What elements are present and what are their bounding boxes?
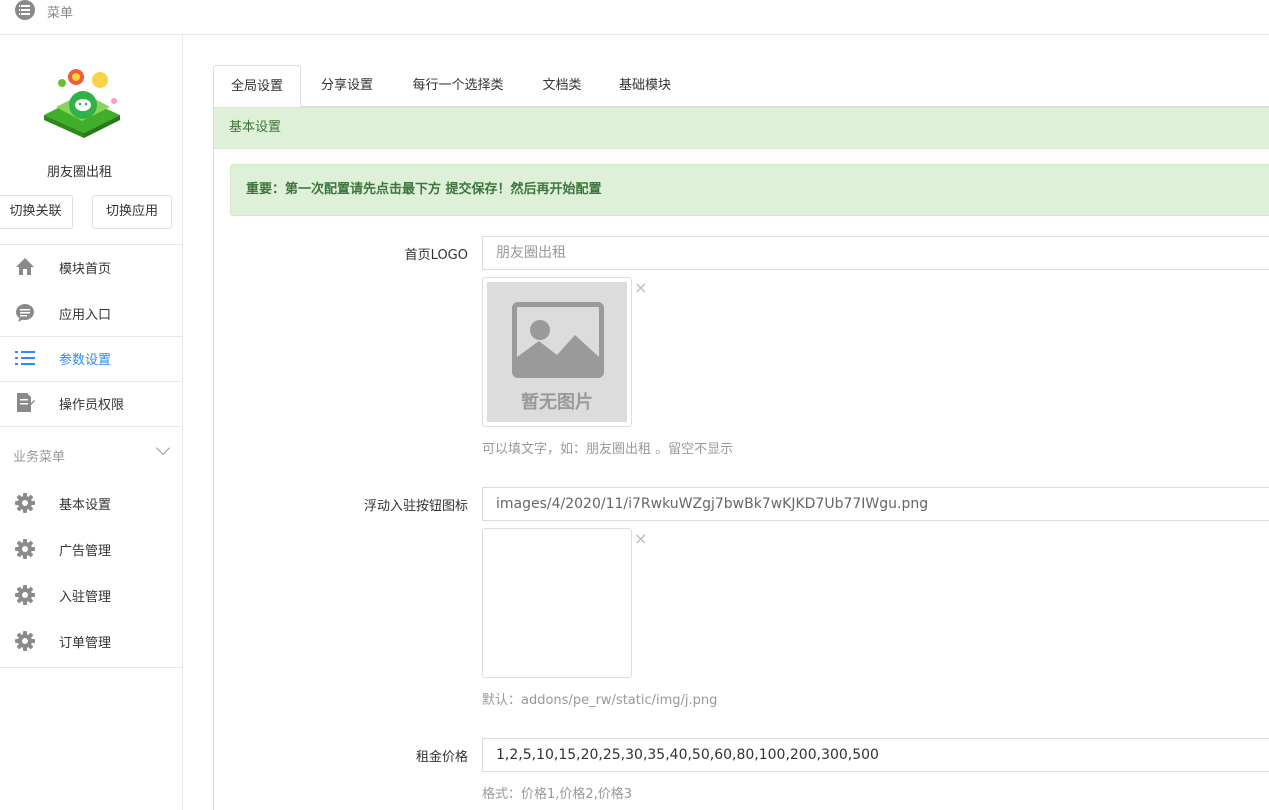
switch-related-button[interactable]: 切换关联 [0, 195, 73, 229]
tab-global-settings[interactable]: 全局设置 [213, 65, 301, 108]
image-icon [512, 302, 604, 378]
app-name: 朋友圈出租 [47, 165, 113, 180]
sidebar-item-label: 订单管理 [59, 636, 112, 651]
tab-documents[interactable]: 文档类 [527, 65, 597, 107]
sidebar-item-label: 入驻管理 [59, 590, 112, 605]
chat-bubble-icon [16, 304, 34, 322]
sidebar-item-order-management[interactable]: 订单管理 [0, 619, 182, 663]
business-menu-title[interactable]: 业务菜单 [13, 446, 65, 465]
tab-per-line-options[interactable]: 每行一个选择类 [397, 65, 519, 107]
chevron-down-icon[interactable] [155, 440, 171, 456]
rent-price-help-text: 格式：价格1,价格2,价格3 [482, 787, 633, 802]
top-bar: 菜单 [0, 0, 1269, 35]
no-image-placeholder: 暂无图片 [487, 282, 627, 422]
gear-icon [15, 493, 35, 513]
sidebar-item-settle-management[interactable]: 入驻管理 [0, 573, 182, 617]
gear-icon [15, 585, 35, 605]
sidebar-item-parameter-settings[interactable]: 参数设置 [0, 336, 182, 380]
remove-float-icon-icon[interactable]: × [634, 529, 647, 548]
logo-label: 首页LOGO [404, 248, 468, 263]
panel-heading: 基本设置 [214, 107, 1269, 149]
sidebar-item-label: 操作员权限 [59, 398, 125, 413]
rent-price-input[interactable]: 1,2,5,10,15,20,25,30,35,40,50,60,80,100,… [482, 738, 1269, 772]
sidebar-item-label: 基本设置 [59, 498, 112, 513]
settings-tabs: 全局设置 分享设置 每行一个选择类 文档类 基础模块 [213, 65, 1269, 108]
list-icon[interactable] [15, 0, 35, 20]
logo-input[interactable]: 朋友圈出租 [482, 236, 1269, 270]
no-image-text: 暂无图片 [521, 392, 593, 413]
important-alert: 重要：第一次配置请先点击最下方 提交保存！然后再开始配置 [230, 164, 1269, 216]
sidebar-item-label: 参数设置 [59, 353, 112, 368]
sidebar-item-operator-permissions[interactable]: 操作员权限 [0, 381, 182, 425]
document-edit-icon [17, 393, 35, 412]
home-icon [16, 258, 34, 275]
float-icon-input[interactable]: images/4/2020/11/i7RwkuWZgj7bwBk7wKJKD7U… [482, 487, 1269, 521]
settings-panel: 基本设置 重要：第一次配置请先点击最下方 提交保存！然后再开始配置 首页LOGO… [213, 107, 1269, 810]
tab-basic-modules[interactable]: 基础模块 [605, 65, 685, 107]
tab-share-settings[interactable]: 分享设置 [305, 65, 389, 107]
sidebar-item-label: 模块首页 [59, 262, 112, 277]
float-icon-help-text: 默认：addons/pe_rw/static/img/j.png [482, 693, 718, 708]
gear-icon [15, 539, 35, 559]
sidebar-item-label: 应用入口 [59, 308, 112, 323]
sidebar-item-basic-settings[interactable]: 基本设置 [0, 481, 182, 525]
sidebar-item-app-entry[interactable]: 应用入口 [0, 291, 182, 335]
sidebar-item-label: 广告管理 [59, 544, 112, 559]
float-icon-image-preview[interactable] [482, 528, 632, 678]
remove-logo-icon[interactable]: × [634, 278, 647, 297]
sidebar-item-module-home[interactable]: 模块首页 [0, 245, 182, 289]
divider [0, 426, 182, 427]
switch-app-button[interactable]: 切换应用 [92, 195, 172, 229]
sidebar-item-ad-management[interactable]: 广告管理 [0, 527, 182, 571]
rent-price-label: 租金价格 [415, 750, 468, 765]
gear-icon [15, 631, 35, 651]
menu-label[interactable]: 菜单 [47, 2, 73, 21]
logo-help-text: 可以填文字，如：朋友圈出租 。留空不显示 [482, 442, 734, 457]
divider [0, 667, 182, 668]
list-settings-icon [15, 351, 35, 365]
sidebar: 朋友圈出租 切换关联 切换应用 模块首页 应用入口 参数设置 操作员权限 业务菜… [0, 35, 183, 810]
float-icon-label: 浮动入驻按钮图标 [363, 499, 468, 514]
app-logo [44, 69, 120, 138]
logo-image-preview[interactable]: 暂无图片 [482, 277, 632, 427]
